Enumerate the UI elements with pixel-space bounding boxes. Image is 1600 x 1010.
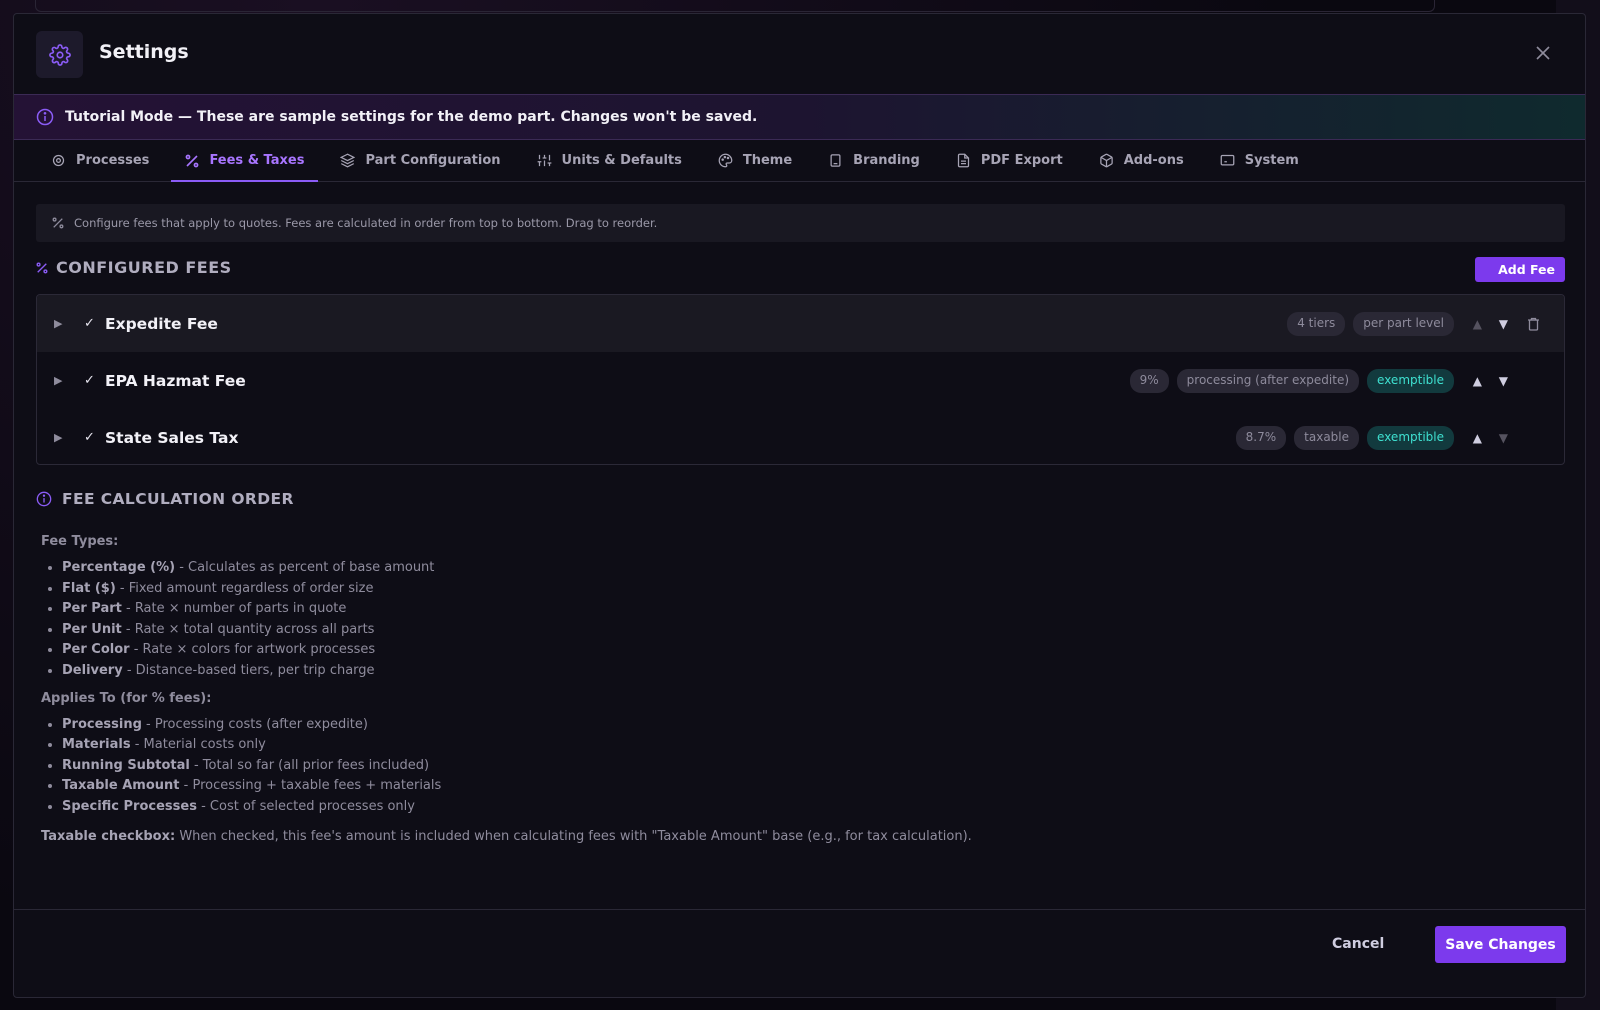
tab-label: Units & Defaults: [561, 153, 682, 168]
fee-chips: 8.7% taxable exemptible: [1235, 425, 1454, 450]
add-fee-button[interactable]: Add Fee: [1475, 257, 1565, 282]
tab-theme[interactable]: Theme: [704, 140, 806, 181]
tab-branding[interactable]: Branding: [814, 140, 934, 181]
fees-list: ▶ ✓ Expedite Fee 4 tiers per part level …: [36, 294, 1565, 465]
tab-label: Theme: [742, 153, 793, 168]
tab-units-defaults[interactable]: Units & Defaults: [523, 140, 696, 181]
gear-icon: [52, 154, 65, 167]
tutorial-banner: Tutorial Mode — These are sample setting…: [14, 94, 1585, 140]
list-item: Materials - Material costs only: [62, 735, 1441, 756]
list-item: Percentage (%) - Calculates as percent o…: [62, 558, 1441, 579]
cancel-button[interactable]: Cancel: [1332, 936, 1384, 952]
tab-add-ons[interactable]: Add-ons: [1085, 140, 1198, 181]
move-down-icon[interactable]: ▼: [1499, 317, 1508, 331]
sliders-icon: [537, 154, 551, 167]
trash-icon[interactable]: [1527, 317, 1540, 331]
fee-types-label: Fee Types:: [41, 534, 119, 549]
info-icon: [36, 108, 54, 126]
fee-row[interactable]: ▶ ✓ Expedite Fee 4 tiers per part level …: [37, 295, 1564, 352]
percent-icon: [186, 154, 199, 167]
calc-order-header: FEE CALCULATION ORDER: [36, 490, 294, 508]
modal-header: Settings: [14, 14, 1585, 94]
list-item: Running Subtotal - Total so far (all pri…: [62, 756, 1441, 777]
banner-text: Tutorial Mode — These are sample setting…: [65, 109, 758, 125]
tab-label: Add-ons: [1123, 153, 1184, 168]
move-up-icon[interactable]: ▲: [1473, 317, 1482, 331]
gear-icon: [36, 31, 83, 78]
tab-label: Processes: [76, 153, 150, 168]
tab-label: System: [1244, 153, 1299, 168]
move-up-icon[interactable]: ▲: [1473, 431, 1482, 445]
tab-fees-taxes[interactable]: Fees & Taxes: [171, 140, 319, 182]
fee-name: Expedite Fee: [105, 314, 218, 333]
exemptible-badge: exemptible: [1367, 425, 1454, 450]
percent-icon: [36, 262, 48, 273]
list-item: Processing - Processing costs (after exp…: [62, 715, 1441, 736]
list-item: Flat ($) - Fixed amount regardless of or…: [62, 579, 1441, 600]
close-icon[interactable]: [1531, 41, 1555, 65]
fee-name: EPA Hazmat Fee: [105, 371, 246, 390]
settings-modal: Settings Tutorial Mode — These are sampl…: [13, 13, 1586, 998]
tab-label: PDF Export: [980, 153, 1063, 168]
tab-processes[interactable]: Processes: [37, 140, 163, 181]
fees-info-bar: Configure fees that apply to quotes. Fee…: [36, 204, 1565, 242]
background-panel: [35, 0, 1435, 12]
list-item: Per Color - Rate × colors for artwork pr…: [62, 640, 1441, 661]
file-icon: [957, 153, 969, 168]
tab-part-configuration[interactable]: Part Configuration: [326, 140, 514, 181]
layers-icon: [340, 153, 356, 168]
fee-chip: taxable: [1294, 425, 1360, 450]
check-icon[interactable]: ✓: [84, 373, 95, 388]
tab-pdf-export[interactable]: PDF Export: [942, 140, 1077, 181]
list-item: Per Unit - Rate × total quantity across …: [62, 620, 1441, 641]
move-down-icon[interactable]: ▼: [1499, 374, 1508, 388]
fee-chips: 9% processing (after expedite) exemptibl…: [1129, 368, 1454, 393]
bookmark-icon: [830, 154, 841, 167]
fee-types-list: Percentage (%) - Calculates as percent o…: [62, 558, 1441, 682]
calc-order-body: Fee Types: Percentage (%) - Calculates a…: [41, 534, 1441, 844]
expand-icon[interactable]: ▶: [54, 317, 62, 330]
fee-chip: 4 tiers: [1287, 311, 1346, 336]
package-icon: [1099, 153, 1113, 168]
fee-chip: processing (after expedite): [1176, 368, 1360, 393]
fee-chip: 8.7%: [1235, 425, 1287, 450]
list-item: Delivery - Distance-based tiers, per tri…: [62, 661, 1441, 682]
tab-system[interactable]: System: [1206, 140, 1313, 181]
info-text: Configure fees that apply to quotes. Fee…: [74, 216, 658, 230]
info-icon: [36, 491, 52, 507]
expand-icon[interactable]: ▶: [54, 431, 62, 444]
exemptible-badge: exemptible: [1367, 368, 1454, 393]
list-item: Specific Processes - Cost of selected pr…: [62, 797, 1441, 818]
check-icon[interactable]: ✓: [84, 430, 95, 445]
applies-to-list: Processing - Processing costs (after exp…: [62, 715, 1441, 818]
tab-label: Fees & Taxes: [209, 153, 305, 168]
expand-icon[interactable]: ▶: [54, 374, 62, 387]
fee-row[interactable]: ▶ ✓ EPA Hazmat Fee 9% processing (after …: [37, 352, 1564, 409]
move-up-icon[interactable]: ▲: [1473, 374, 1482, 388]
move-down-icon[interactable]: ▼: [1499, 431, 1508, 445]
check-icon[interactable]: ✓: [84, 316, 95, 331]
section-title: CONFIGURED FEES: [56, 258, 232, 277]
applies-to-label: Applies To (for % fees):: [41, 690, 212, 706]
fee-chip: 9%: [1129, 368, 1169, 393]
taxable-note: Taxable checkbox: When checked, this fee…: [41, 828, 972, 844]
list-item: Taxable Amount - Processing + taxable fe…: [62, 776, 1441, 797]
palette-icon: [718, 153, 733, 168]
tab-label: Branding: [853, 153, 920, 168]
fee-chip: per part level: [1353, 311, 1454, 336]
fee-name: State Sales Tax: [105, 428, 239, 447]
section-title: FEE CALCULATION ORDER: [62, 490, 294, 508]
monitor-icon: [1220, 154, 1235, 166]
fee-chips: 4 tiers per part level: [1287, 311, 1454, 336]
fee-row[interactable]: ▶ ✓ State Sales Tax 8.7% taxable exempti…: [37, 409, 1564, 464]
modal-title: Settings: [99, 41, 189, 63]
settings-tabs: Processes Fees & Taxes Part Configuratio…: [14, 140, 1585, 182]
modal-footer: Cancel Save Changes: [14, 909, 1585, 997]
tab-label: Part Configuration: [365, 153, 501, 168]
configured-fees-header: CONFIGURED FEES: [36, 258, 232, 277]
list-item: Per Part - Rate × number of parts in quo…: [62, 599, 1441, 620]
save-changes-button[interactable]: Save Changes: [1435, 926, 1566, 963]
percent-icon: [52, 217, 64, 229]
